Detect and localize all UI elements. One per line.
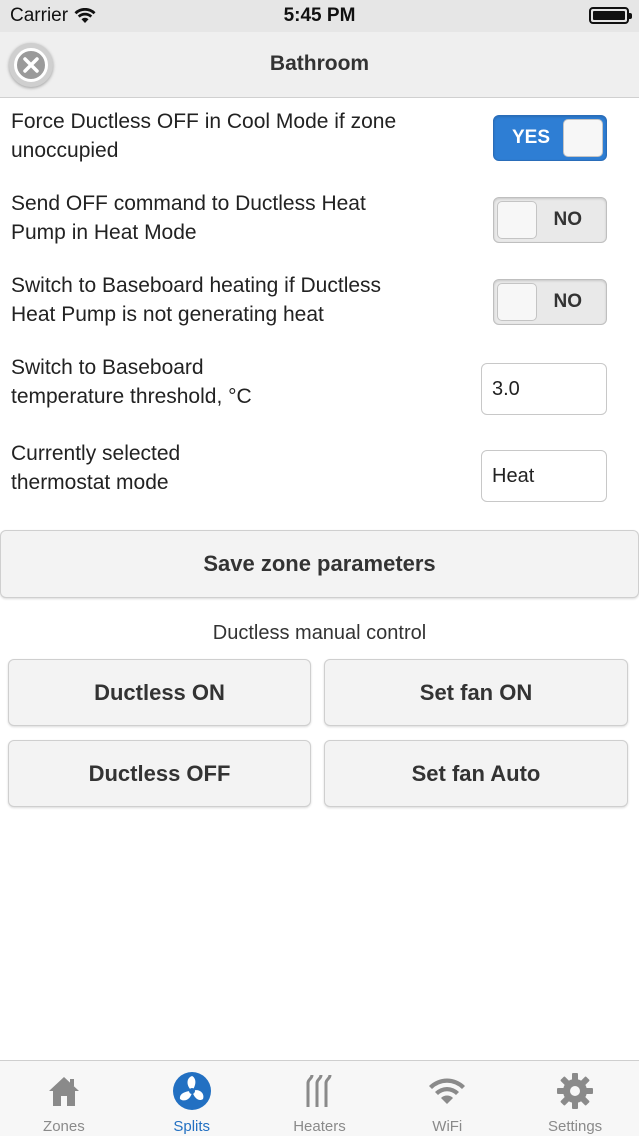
setting-label: Switch to Baseboard heating if Ductless … (11, 271, 381, 329)
label-line: Currently selected (11, 442, 181, 465)
tab-label: WiFi (432, 1118, 463, 1135)
tab-zones[interactable]: Zones (0, 1061, 128, 1136)
setting-label: Force Ductless OFF in Cool Mode if zone … (11, 107, 396, 165)
status-bar: Carrier 5:45 PM (0, 0, 639, 32)
toggle-state-label: NO (553, 209, 583, 230)
setting-label: Send OFF command to Ductless Heat Pump i… (11, 189, 366, 247)
gear-icon (555, 1071, 595, 1111)
nav-header: Bathroom (0, 32, 639, 98)
manual-control-title: Ductless manual control (212, 622, 427, 644)
ductless-on-button[interactable]: Ductless ON (8, 659, 311, 726)
battery-icon (589, 7, 632, 24)
tab-label: Settings (547, 1118, 603, 1135)
switch-to-baseboard-toggle[interactable]: NO (493, 279, 607, 325)
label-line: thermostat mode (11, 471, 169, 494)
setting-label: Currently selected thermostat mode (11, 439, 180, 497)
status-time: 5:45 PM (283, 5, 356, 26)
wifi-icon (427, 1071, 467, 1111)
save-zone-parameters-button[interactable]: Save zone parameters (0, 530, 639, 598)
page-title: Bathroom (269, 52, 370, 75)
tab-label: Splits (173, 1118, 211, 1135)
label-line: Heat Pump is not generating heat (11, 303, 324, 326)
tab-wifi[interactable]: WiFi (383, 1061, 511, 1136)
thermostat-mode-field[interactable]: Heat (481, 450, 607, 502)
setting-row-force-ductless-off: Force Ductless OFF in Cool Mode if zone … (0, 107, 639, 177)
label-line: Switch to Baseboard (11, 356, 204, 379)
setting-label: Switch to Baseboard temperature threshol… (11, 353, 252, 411)
label-line: Send OFF command to Ductless Heat (11, 192, 366, 215)
send-off-command-toggle[interactable]: NO (493, 197, 607, 243)
ductless-off-button[interactable]: Ductless OFF (8, 740, 311, 807)
tab-splits[interactable]: Splits (128, 1061, 256, 1136)
toggle-knob (563, 119, 603, 157)
fan-icon (172, 1071, 212, 1111)
set-fan-on-button[interactable]: Set fan ON (324, 659, 628, 726)
label-line: Switch to Baseboard heating if Ductless (11, 274, 382, 297)
tab-label: Heaters (293, 1118, 346, 1135)
label-line: Force Ductless OFF in Cool Mode if zone (11, 110, 397, 133)
label-line: Pump in Heat Mode (11, 221, 197, 244)
setting-row-baseboard-threshold: Switch to Baseboard temperature threshol… (0, 353, 639, 423)
tab-settings[interactable]: Settings (511, 1061, 639, 1136)
set-fan-auto-button[interactable]: Set fan Auto (324, 740, 628, 807)
toggle-state-label: NO (553, 291, 583, 312)
tab-bar: Zones Splits Heaters WiFi Settings (0, 1060, 639, 1136)
toggle-knob (497, 201, 537, 239)
toggle-state-label: YES (512, 127, 551, 148)
tab-heaters[interactable]: Heaters (256, 1061, 384, 1136)
setting-row-thermostat-mode: Currently selected thermostat mode Heat (0, 439, 639, 509)
setting-row-switch-to-baseboard: Switch to Baseboard heating if Ductless … (0, 271, 639, 341)
home-icon (44, 1071, 84, 1111)
tab-label: Zones (43, 1118, 85, 1135)
force-ductless-off-toggle[interactable]: YES (493, 115, 607, 161)
toggle-knob (497, 283, 537, 321)
label-line: unoccupied (11, 139, 119, 162)
label-line: temperature threshold, °C (11, 385, 252, 408)
setting-row-send-off-command: Send OFF command to Ductless Heat Pump i… (0, 189, 639, 259)
heater-icon (299, 1071, 339, 1111)
threshold-input[interactable]: 3.0 (481, 363, 607, 415)
